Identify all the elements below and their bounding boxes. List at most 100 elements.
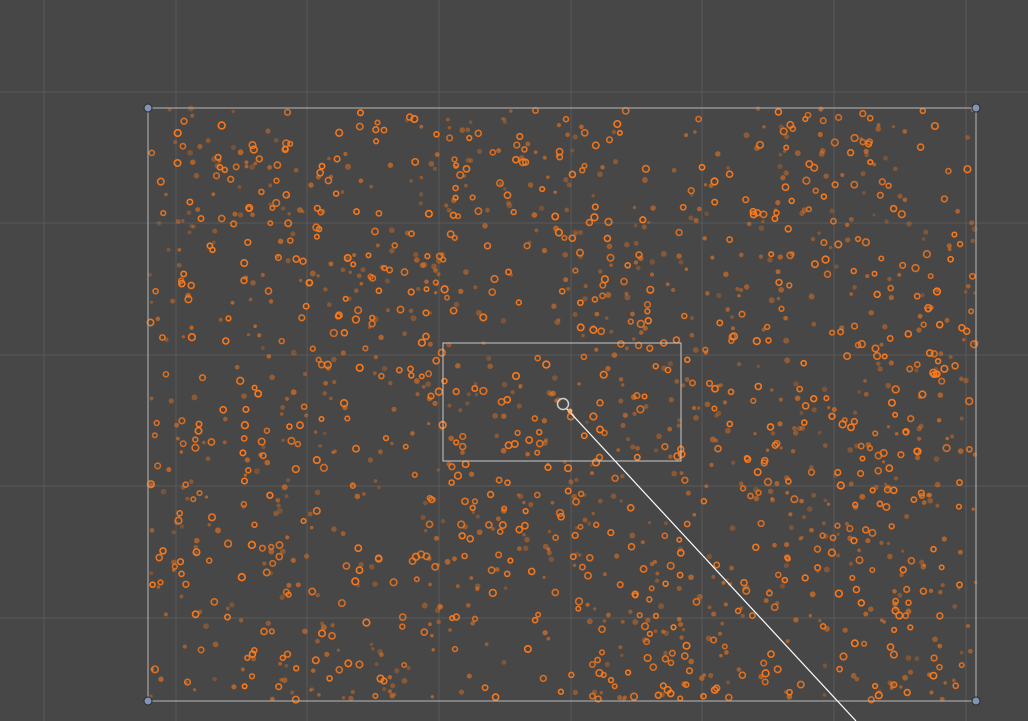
particle <box>303 553 310 559</box>
particle <box>232 163 240 171</box>
inner-selection-bounds[interactable] <box>442 342 682 462</box>
particle <box>173 128 182 138</box>
particle <box>643 300 652 309</box>
particle <box>736 667 742 672</box>
particle <box>888 523 895 530</box>
particle <box>818 618 822 623</box>
particle <box>902 197 908 203</box>
particle <box>281 484 288 491</box>
particle <box>225 606 230 611</box>
particle <box>552 534 559 541</box>
corner-handle-top-left[interactable] <box>143 103 153 113</box>
particle <box>447 125 452 130</box>
particle <box>311 656 320 665</box>
particle <box>724 650 729 655</box>
particle <box>810 260 819 269</box>
particle <box>876 123 881 127</box>
particle <box>207 522 211 527</box>
spawn-area-bounds[interactable] <box>147 107 977 702</box>
particle <box>917 313 923 319</box>
particle <box>260 627 268 636</box>
corner-handle-top-right[interactable] <box>971 103 981 113</box>
particle <box>427 341 433 347</box>
particle <box>312 506 321 515</box>
particle <box>859 136 863 141</box>
particle <box>748 612 756 620</box>
particle <box>407 365 414 373</box>
particle <box>234 364 240 370</box>
particle <box>658 603 665 610</box>
particle <box>331 356 337 363</box>
particle <box>902 674 908 681</box>
particle <box>796 385 804 393</box>
particle <box>149 396 154 401</box>
particle <box>187 149 194 156</box>
particle <box>872 430 879 437</box>
particle <box>966 284 971 289</box>
particle <box>606 243 613 250</box>
scene-canvas[interactable] <box>0 0 1028 721</box>
particle <box>938 351 944 357</box>
particle <box>411 471 418 478</box>
particle <box>516 403 522 409</box>
particle <box>692 512 697 517</box>
particle <box>373 479 378 483</box>
particle <box>817 131 823 138</box>
particle <box>940 195 949 203</box>
particle <box>546 175 550 179</box>
particle <box>589 412 598 421</box>
particle <box>813 545 822 553</box>
particle <box>476 529 483 536</box>
particle <box>783 170 789 176</box>
particle <box>319 463 329 472</box>
particle <box>879 342 884 347</box>
particle <box>641 393 648 400</box>
particle <box>197 646 205 654</box>
particle <box>604 316 609 320</box>
particle <box>577 230 583 236</box>
particle <box>469 504 476 511</box>
particle <box>490 274 499 284</box>
particle <box>946 243 952 249</box>
particle <box>703 183 708 187</box>
particle <box>332 190 340 197</box>
corner-handle-bottom-left[interactable] <box>143 696 153 706</box>
particle <box>465 127 471 133</box>
particle <box>849 574 856 581</box>
particle <box>389 248 395 254</box>
particle <box>956 479 963 486</box>
scene-viewport[interactable] <box>0 0 1028 721</box>
particle <box>458 408 463 413</box>
particle <box>800 535 804 540</box>
particle <box>911 263 920 273</box>
particle <box>292 665 300 672</box>
particle <box>618 645 623 650</box>
corner-handle-bottom-right[interactable] <box>971 696 981 706</box>
particle <box>308 182 314 188</box>
particle <box>411 157 420 166</box>
particle <box>204 495 209 499</box>
particle <box>518 383 523 388</box>
particle <box>598 625 606 634</box>
particle <box>222 337 230 345</box>
particle <box>341 696 346 700</box>
particle <box>884 219 889 224</box>
direction-handle[interactable] <box>567 408 573 414</box>
particle <box>354 306 363 315</box>
particle <box>179 142 187 150</box>
particle <box>591 324 596 329</box>
particle <box>362 492 366 496</box>
particle <box>428 311 433 315</box>
particle <box>237 185 242 190</box>
particle <box>767 650 775 659</box>
particle <box>663 650 668 656</box>
particle <box>861 526 870 534</box>
particle <box>468 158 474 164</box>
pivot-gizmo[interactable] <box>556 397 570 411</box>
particle <box>829 329 836 336</box>
particle <box>709 462 714 468</box>
particle <box>377 485 381 490</box>
particle <box>431 562 440 571</box>
particle <box>404 230 410 236</box>
particle <box>933 456 940 462</box>
